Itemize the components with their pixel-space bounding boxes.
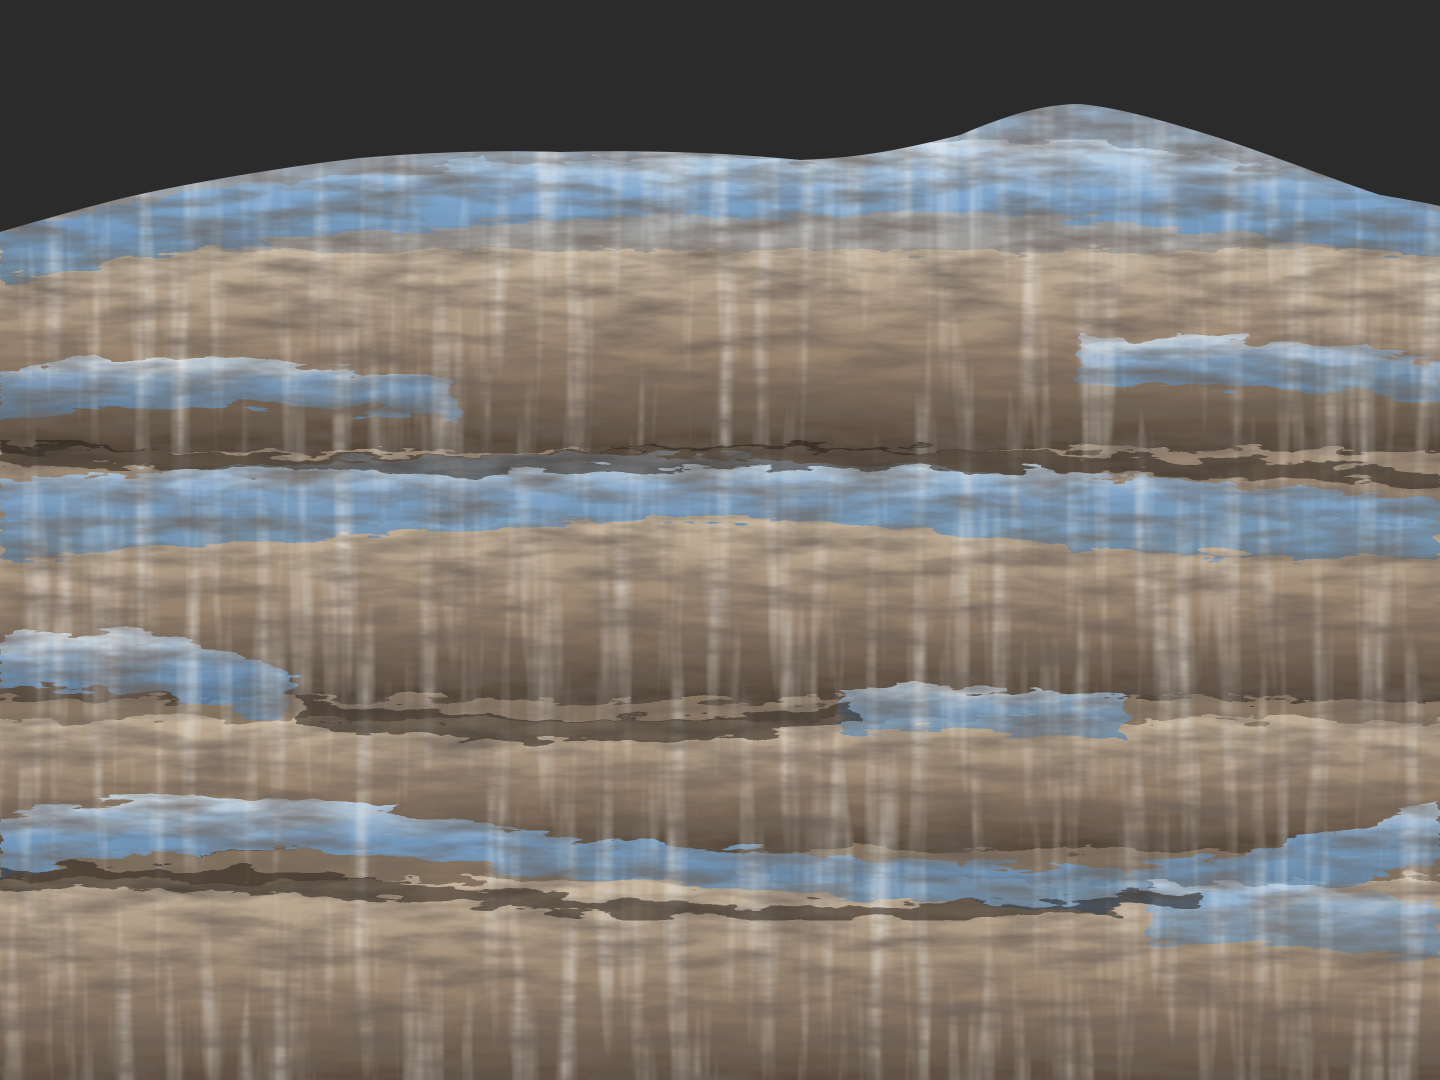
terrain-body — [0, 104, 1440, 1080]
render-viewport[interactable] — [0, 0, 1440, 1080]
terrain-mesh-render — [0, 0, 1440, 1080]
